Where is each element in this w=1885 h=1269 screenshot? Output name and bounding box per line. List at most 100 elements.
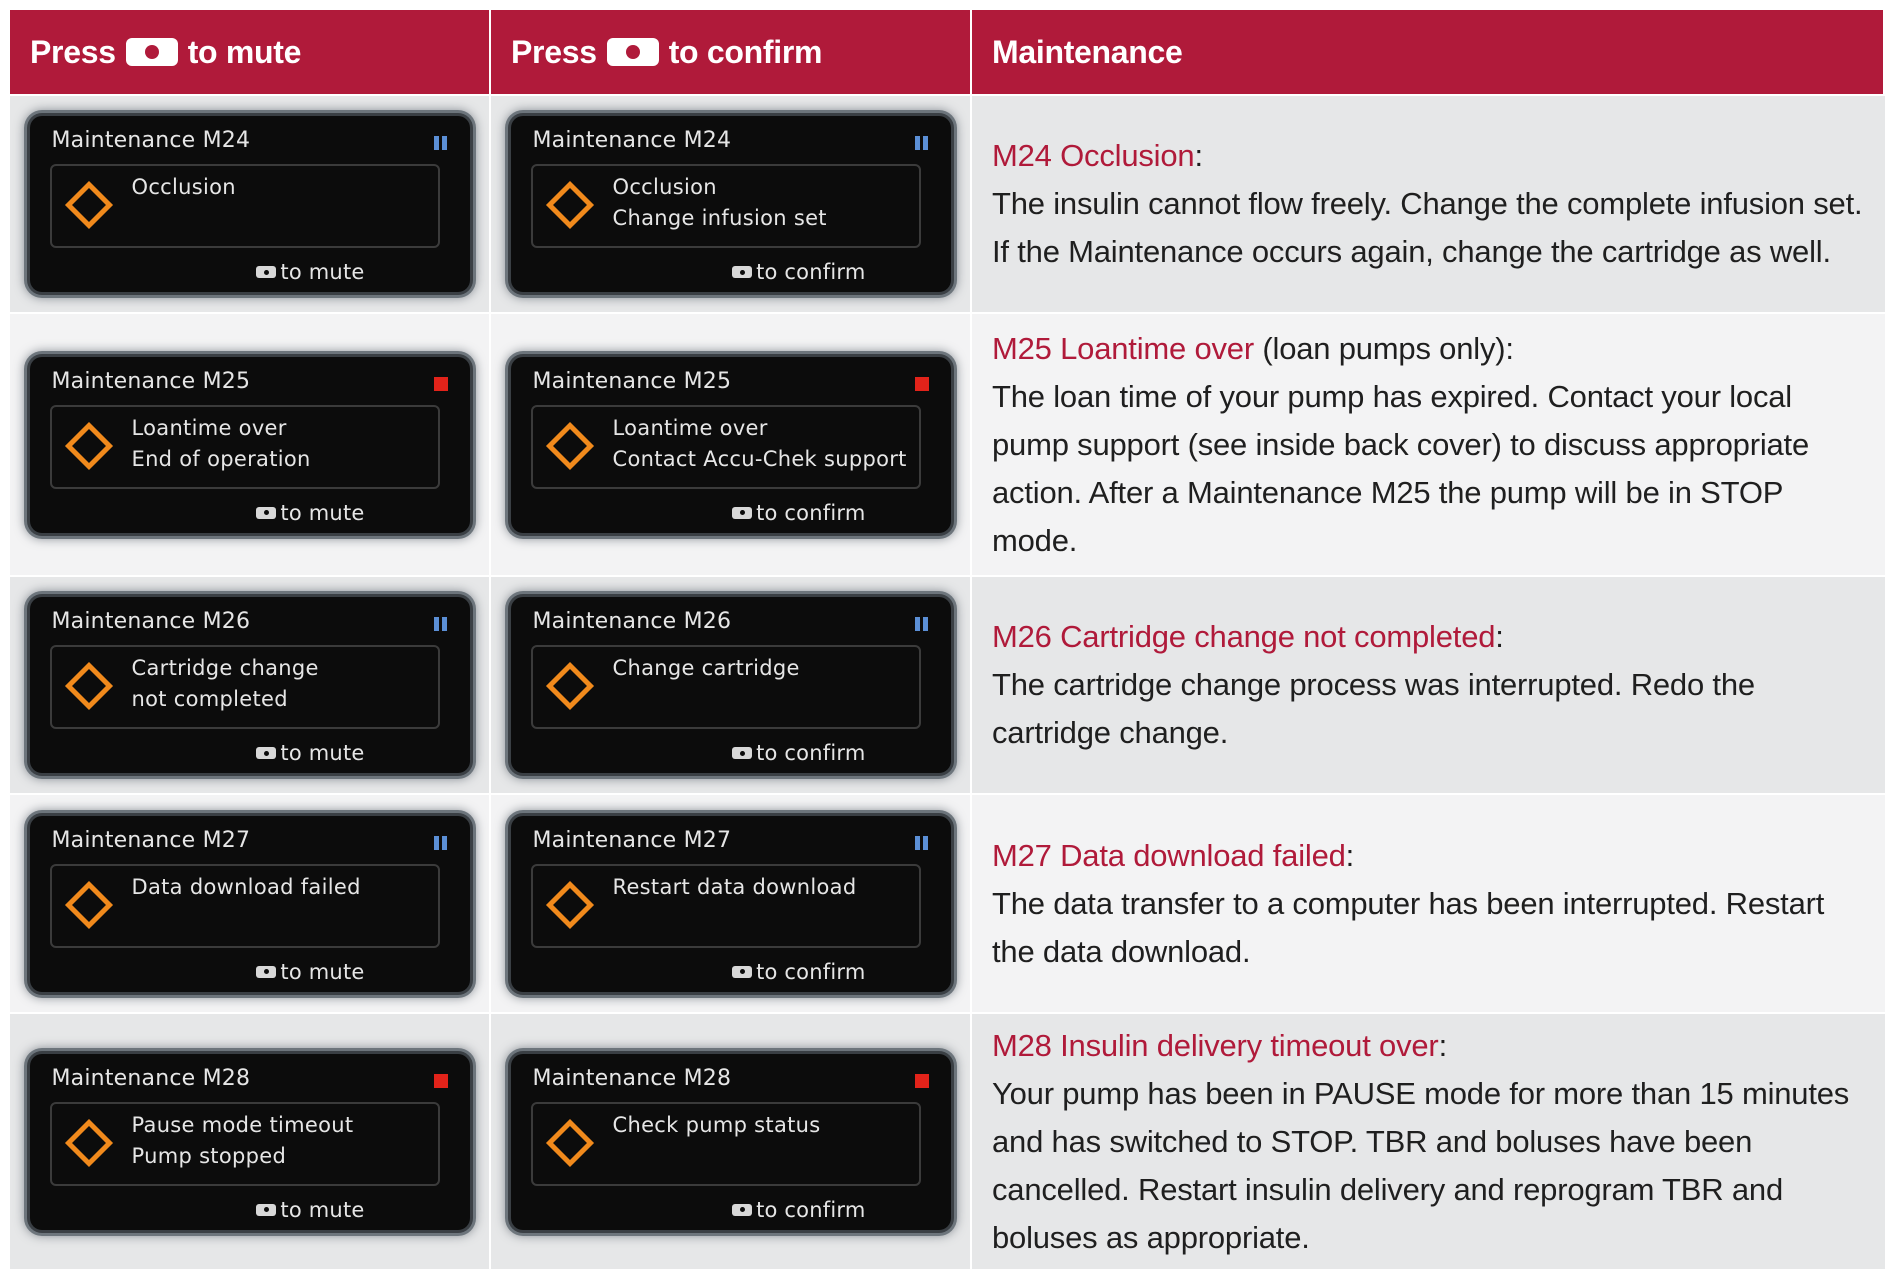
footer-label: to mute — [280, 741, 365, 765]
screen-title: Maintenance M28 — [51, 1065, 251, 1091]
message-box: Cartridge change not completed — [49, 645, 440, 729]
message-text: Check pump status — [613, 1110, 821, 1141]
description-text: M26 Cartridge change not completed: The c… — [992, 613, 1871, 757]
warning-diamond-icon — [64, 880, 113, 929]
pump-screen-mute: Maintenance M25 Loantime over End of opera… — [29, 356, 470, 533]
description-body: The loan time of your pump has expired. … — [992, 378, 1810, 558]
message-line: Pump stopped — [131, 1143, 287, 1168]
screen-title: Maintenance M24 — [532, 128, 732, 153]
header-mute: Press to mute — [10, 10, 491, 94]
pause-icon — [433, 835, 448, 850]
pause-icon — [433, 617, 448, 631]
screen-cell: Maintenance M28 Check pump status to confi… — [491, 1012, 972, 1269]
footer-label: to mute — [280, 500, 365, 525]
pump-screen-mute: Maintenance M26 Cartridge change not compl… — [29, 597, 470, 773]
header-maintenance-label: Maintenance — [992, 33, 1183, 70]
message-text: Restart data download — [613, 872, 857, 903]
footer-label: to confirm — [756, 1197, 866, 1222]
description-text: M27 Data download failed: The data transf… — [992, 832, 1871, 976]
screen-title: Maintenance M27 — [532, 827, 732, 853]
screen-cell: Maintenance M27 Restart data download to c… — [491, 793, 972, 1012]
screen-cell: Maintenance M24 Occlusion to mute — [10, 94, 491, 312]
description-cell: M25 Loantime over (loan pumps only): The … — [972, 312, 1885, 575]
screen-title: Maintenance M27 — [51, 827, 251, 853]
message-box: Occlusion Change infusion set — [530, 164, 921, 248]
title-suffix: : — [1438, 1027, 1448, 1063]
pump-screen-confirm: Maintenance M27 Restart data download to c… — [510, 815, 951, 992]
footer-label: to confirm — [756, 260, 866, 284]
warning-diamond-icon — [545, 180, 594, 230]
screen-cell: Maintenance M28 Pause mode timeout Pump st… — [10, 1012, 491, 1269]
button-icon — [732, 747, 753, 759]
description-text: M28 Insulin delivery timeout over: Your p… — [992, 1022, 1871, 1262]
screen-footer: to mute — [256, 501, 364, 525]
message-line: Check pump status — [612, 1112, 821, 1137]
message-line: Contact Accu-Chek support — [612, 446, 907, 471]
screen-footer: to confirm — [732, 741, 865, 765]
message-box: Change cartridge — [530, 645, 921, 729]
button-icon — [732, 965, 753, 978]
screen-footer: to mute — [256, 960, 364, 984]
message-line: Occlusion — [131, 175, 236, 199]
maintenance-code-title: M28 Insulin delivery timeout over — [992, 1027, 1439, 1063]
warning-diamond-icon — [545, 880, 594, 929]
button-icon — [256, 506, 277, 519]
message-box: Pause mode timeout Pump stopped — [49, 1101, 440, 1186]
warning-diamond-icon — [545, 1118, 594, 1167]
screen-title: Maintenance M25 — [532, 368, 732, 394]
header-maintenance: Maintenance — [972, 10, 1885, 94]
message-box: Restart data download — [530, 863, 921, 948]
pause-icon — [433, 136, 448, 150]
description-cell: M24 Occlusion: The insulin cannot flow fr… — [972, 94, 1885, 312]
description-cell: M27 Data download failed: The data transf… — [972, 793, 1885, 1012]
title-suffix: : — [1345, 837, 1355, 873]
description-body: The insulin cannot flow freely. Change t… — [992, 186, 1863, 269]
button-icon — [256, 965, 277, 978]
pump-screen-mute: Maintenance M27 Data download failed to mu… — [29, 815, 470, 992]
maintenance-code-title: M25 Loantime over — [992, 330, 1254, 366]
stop-icon — [433, 1073, 448, 1088]
message-line: Cartridge change — [131, 656, 319, 680]
message-box: Check pump status — [530, 1101, 921, 1186]
header-confirm-suffix: to confirm — [668, 33, 823, 70]
footer-label: to confirm — [756, 500, 866, 525]
screen-title: Maintenance M26 — [532, 609, 732, 634]
stop-icon — [914, 376, 929, 391]
description-body: Your pump has been in PAUSE mode for mor… — [992, 1075, 1850, 1255]
screen-cell: Maintenance M25 Loantime over Contact Accu… — [491, 312, 972, 575]
message-line: Restart data download — [612, 874, 857, 899]
message-text: Cartridge change not completed — [132, 653, 319, 715]
pause-icon — [914, 835, 929, 850]
message-line: Data download failed — [131, 874, 361, 899]
message-line: Loantime over — [131, 415, 287, 440]
screen-cell: Maintenance M24 Occlusion Change infusion … — [491, 94, 972, 312]
description-cell: M26 Cartridge change not completed: The c… — [972, 575, 1885, 793]
button-icon — [125, 38, 178, 66]
footer-label: to confirm — [756, 741, 866, 765]
header-confirm-prefix: Press — [511, 33, 597, 70]
footer-label: to mute — [280, 260, 365, 284]
footer-label: to confirm — [756, 959, 866, 984]
screen-footer: to confirm — [732, 1198, 865, 1222]
footer-label: to mute — [280, 959, 365, 984]
button-icon — [732, 506, 753, 519]
message-text: Change cartridge — [613, 653, 800, 684]
screen-cell: Maintenance M25 Loantime over End of opera… — [10, 312, 491, 575]
message-box: Data download failed — [49, 863, 440, 948]
message-text: Loantime over Contact Accu-Chek support — [613, 413, 907, 475]
description-text: M24 Occlusion: The insulin cannot flow fr… — [992, 132, 1871, 276]
description-body: The cartridge change process was interru… — [992, 667, 1755, 750]
message-text: Occlusion — [132, 172, 236, 203]
footer-label: to mute — [280, 1197, 365, 1222]
message-box: Loantime over Contact Accu-Chek support — [530, 404, 921, 489]
button-icon — [256, 747, 277, 759]
screen-footer: to confirm — [732, 960, 865, 984]
message-text: Occlusion Change infusion set — [613, 172, 827, 234]
warning-diamond-icon — [545, 421, 594, 470]
message-text: Loantime over End of operation — [132, 413, 311, 475]
warning-diamond-icon — [64, 421, 113, 470]
message-line: not completed — [131, 687, 288, 711]
screen-title: Maintenance M24 — [51, 128, 251, 153]
screen-title: Maintenance M28 — [532, 1065, 732, 1091]
maintenance-code-title: M24 Occlusion — [992, 138, 1195, 173]
